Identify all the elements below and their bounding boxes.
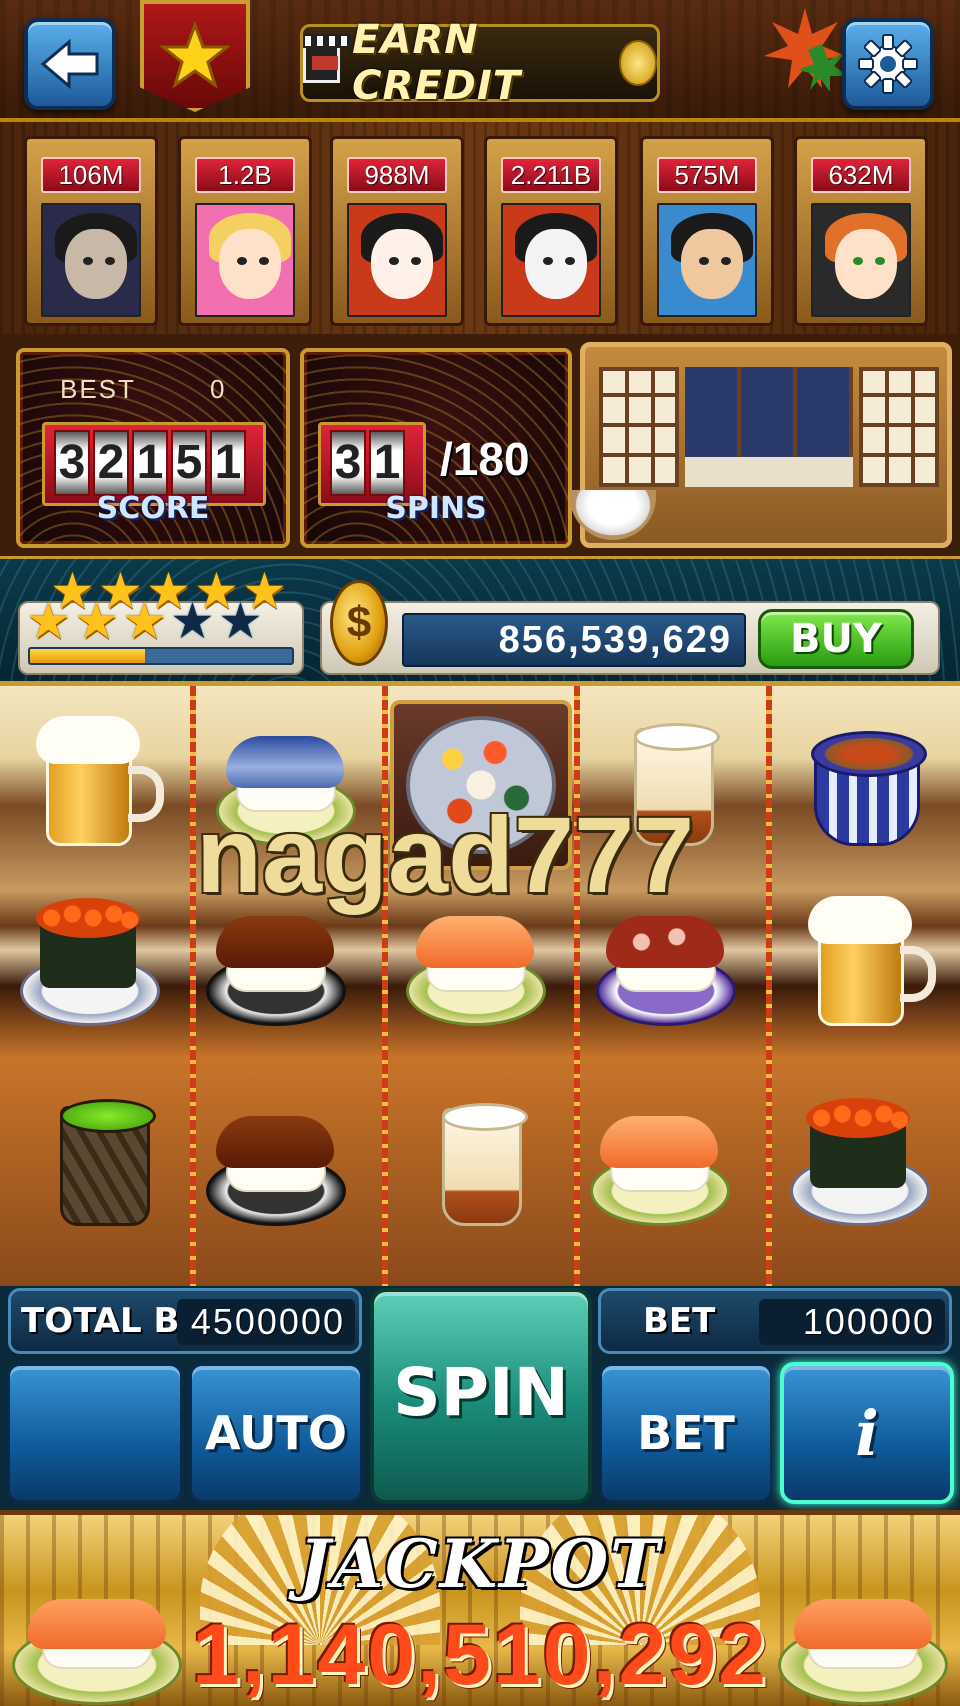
score-odometer: 3 2 1 5 1 [54,430,246,496]
earn-credit-button[interactable]: EARN CREDIT [300,17,660,109]
star-icon: ★ [74,593,119,649]
beer-mug-symbol [28,706,178,856]
reel-divider [766,686,772,1286]
credits-box: 856,539,629 BUY [320,601,940,675]
score-digit: 1 [132,430,168,496]
coin-stack-icon [618,40,658,86]
arrow-left-icon [40,39,99,89]
noren-curtain [685,367,853,457]
matcha-tea-cup-symbol [30,1086,180,1236]
score-digit: 3 [54,430,90,496]
best-value: 0 [210,374,225,404]
dollar-coin-icon: $ [330,580,388,666]
player-score: 632M [811,157,911,193]
doorway [685,457,853,487]
chawanmushi-bowl-symbol [790,706,940,856]
player-card[interactable]: 2.211B [484,136,618,326]
maple-leaf-icon [764,8,848,92]
buy-button[interactable]: BUY [758,609,914,669]
salmon-roe-sushi-symbol [784,1086,934,1236]
score-digit: 2 [93,430,129,496]
player-score: 106M [41,157,141,193]
blank-button[interactable] [6,1362,184,1504]
star-icon: ★ [122,593,167,649]
clapperboard-icon [303,34,352,83]
spins-odometer: 3 1 [330,430,405,496]
credits-value: 856,539,629 [402,613,746,667]
bet-label: BET [643,1301,716,1341]
bet-button[interactable]: BET [598,1362,774,1504]
reel-divider [190,686,196,1286]
level-stars: ★ ★ ★ ★ ★ ★ ★ ★ ★ ★ [20,566,310,656]
back-button[interactable] [24,18,116,110]
shoji-door [859,367,939,487]
watermark-text: nagad777 [196,794,695,915]
score-digit: 5 [171,430,207,496]
score-label: SCORE [96,491,210,526]
player-card[interactable]: 106M [24,136,158,326]
jackpot-title: JACKPOT [298,1525,662,1603]
rank-badge[interactable] [140,0,250,112]
score-panel: BEST 0 3 2 1 5 1 SCORE [16,348,290,548]
panda-avatar [501,203,601,317]
stats-area: BEST 0 3 2 1 5 1 SCORE 3 1 /180 SPINS [0,334,960,556]
sake-cup-symbol [408,1086,558,1236]
player-score: 988M [347,157,447,193]
reel-divider [382,686,388,1286]
eel-sushi-symbol [200,1086,350,1236]
total-bet-bar: TOTAL BET 4500000 [8,1288,362,1354]
leaderboard-row: 106M 1.2B 988M 2.211B 575M 632M [0,122,960,334]
jackpot-value: 1,140,510,292 [192,1607,768,1703]
shrimp-sushi-symbol [584,1086,734,1236]
best-label: BEST [60,374,136,404]
controls-panel: TOTAL BET 4500000 BET 100000 AUTO SPIN B… [0,1286,960,1510]
bet-bar: BET 100000 [598,1288,952,1354]
geisha-avatar [347,203,447,317]
auto-button[interactable]: AUTO [188,1362,364,1504]
player-card[interactable]: 1.2B [178,136,312,326]
vampire-avatar [41,203,141,317]
spin-button[interactable]: SPIN [370,1288,592,1504]
salmon-roe-sushi-symbol [14,886,164,1036]
player-card[interactable]: 575M [640,136,774,326]
settings-button[interactable] [842,18,934,110]
spins-total: /180 [440,433,530,485]
score-digit: 1 [210,430,246,496]
star-icon [160,21,230,89]
redhead-woman-avatar [811,203,911,317]
blonde-woman-avatar [195,203,295,317]
cap-boy-avatar [657,203,757,317]
earn-credit-label: EARN CREDIT [352,17,522,109]
star-icon: ★ [26,593,71,649]
player-card[interactable]: 632M [794,136,928,326]
slot-reels[interactable] [0,686,960,1286]
player-card[interactable]: 988M [330,136,464,326]
shoji-door [599,367,679,487]
player-score: 1.2B [195,157,295,193]
jackpot-banner: JACKPOT 1,140,510,292 [0,1510,960,1706]
top-bar: EARN CREDIT [0,0,960,122]
beer-mug-symbol [800,886,950,1036]
total-bet-value: 4500000 [177,1299,355,1345]
bet-value: 100000 [759,1299,945,1345]
info-button[interactable]: i [780,1362,954,1504]
player-score: 2.211B [501,157,601,193]
reel-divider [574,686,580,1286]
gear-icon [858,34,918,94]
spins-panel: 3 1 /180 SPINS [300,348,572,548]
spins-label: SPINS [385,491,487,526]
spins-digit: 3 [330,430,366,496]
star-icon: ★ [218,593,263,649]
spins-digit: 1 [369,430,405,496]
player-score: 575M [657,157,757,193]
star-icon: ★ [170,593,215,649]
